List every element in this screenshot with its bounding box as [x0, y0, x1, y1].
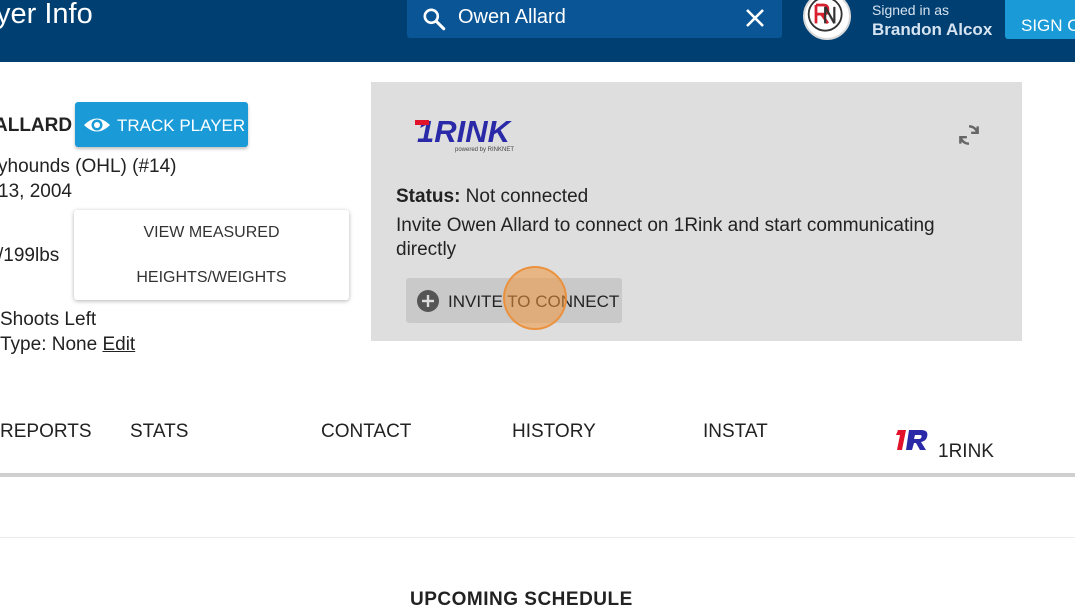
invite-button-label: INVITE TO CONNECT [448, 292, 620, 311]
plus-circle-icon [417, 290, 439, 312]
top-bar: yer Info Owen Allard Signed in as Brando… [0, 0, 1075, 62]
search-input[interactable]: Owen Allard [458, 6, 566, 29]
dob-line: 13, 2004 [0, 181, 72, 202]
rink-connect-panel: 1RINK powered by RINKNET Status: Not con… [371, 82, 1022, 341]
tab-instat[interactable]: INSTAT [703, 421, 768, 443]
tab-history[interactable]: HISTORY [512, 421, 596, 443]
signed-in-label: Signed in as [872, 2, 950, 18]
player-name: ALLARD [0, 115, 73, 136]
1rink-tagline: powered by RINKNET [455, 147, 514, 153]
upcoming-schedule-heading: UPCOMING SCHEDULE [410, 589, 633, 610]
section-divider [0, 537, 1075, 538]
tab-contact[interactable]: CONTACT [321, 421, 411, 443]
measure-label-1: VIEW MEASURED [143, 224, 280, 241]
search-box[interactable]: Owen Allard [407, 0, 782, 38]
view-measured-button[interactable]: VIEW MEASURED HEIGHTS/WEIGHTS [74, 210, 349, 300]
1rink-tab-icon [896, 430, 928, 450]
tab-reports[interactable]: REPORTS [0, 421, 92, 443]
type-label: Type: None [0, 334, 103, 355]
status-value: Not connected [460, 186, 589, 207]
search-icon [423, 8, 446, 31]
user-name: Brandon Alcox [872, 20, 993, 39]
type-line: Type: None Edit [0, 334, 135, 356]
1rink-logo: 1RINK powered by RINKNET [415, 114, 514, 153]
tabs-divider [0, 473, 1075, 477]
status-label: Status: [396, 186, 461, 207]
1rink-brand-text: 1RINK [417, 114, 513, 149]
invite-text: Invite Owen Allard to connect on 1Rink a… [396, 215, 935, 260]
rinknet-logo-icon [807, 0, 843, 32]
page-title: yer Info [0, 0, 93, 30]
track-player-button[interactable]: TRACK PLAYER [75, 102, 248, 147]
shoots-line: Shoots Left [0, 309, 97, 330]
track-player-label: TRACK PLAYER [117, 116, 246, 135]
measure-label-2: HEIGHTS/WEIGHTS [136, 269, 287, 286]
sign-out-button[interactable]: SIGN O [1005, 0, 1075, 39]
tab-stats[interactable]: STATS [130, 421, 188, 443]
team-line: yhounds (OHL) (#14) [0, 156, 177, 177]
eye-icon [84, 118, 110, 132]
weight-line: /199lbs [0, 245, 60, 266]
tab-1rink[interactable]: 1RINK [938, 441, 994, 463]
edit-link[interactable]: Edit [102, 334, 135, 355]
avatar[interactable] [803, 0, 851, 40]
refresh-icon[interactable] [956, 122, 982, 148]
invite-to-connect-button[interactable]: INVITE TO CONNECT [406, 278, 622, 323]
close-icon[interactable] [743, 6, 767, 30]
status-line: Status: Not connected [396, 186, 588, 208]
